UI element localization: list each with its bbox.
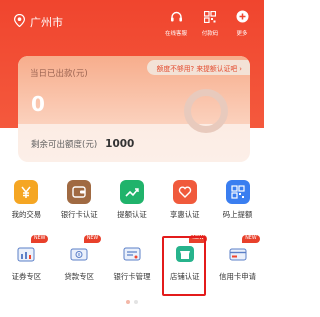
customer-service-label: 在线客服 [164,31,187,37]
securities-zone-label: 证券专区 [11,272,42,281]
store-verify-highlight [162,236,206,296]
qr-limit-label: 码上提额 [222,210,253,219]
wallet-icon [67,180,92,204]
loan-icon: NEW [66,235,102,266]
feature-grid-row-2: NEW 证券专区 NEW 贷款专区 银行卡管理 NEW 店铺认证 NEW 信用卡… [0,235,264,282]
my-transactions-label: 我的交易 [11,210,42,219]
plus-icon [236,8,249,27]
remaining-limit-value: 1000 [105,138,135,150]
my-transactions-button[interactable]: 我的交易 [0,180,53,220]
benefit-verify-button[interactable]: 享惠认证 [158,180,211,220]
yen-icon [14,180,39,204]
qrcode-icon [225,180,250,204]
securities-icon: NEW [13,235,49,266]
new-badge: NEW [31,235,49,243]
more-button[interactable]: 更多 [222,8,262,37]
bank-card-verify-button[interactable]: 银行卡认证 [53,180,106,220]
credit-card-icon: NEW [225,235,260,266]
payment-code-label: 付款码 [201,31,219,37]
payment-code-icon [203,8,217,27]
bank-card-manage-button[interactable]: 银行卡管理 [106,242,159,282]
remaining-limit-label: 剩余可出额度(元) [31,140,98,150]
page-indicator [0,300,264,304]
top-bar: 广州市 在线客服 付款码 更多 [0,0,264,40]
trend-icon [119,180,144,204]
credit-card-apply-label: 信用卡申请 [219,272,257,281]
location-pin-icon [13,12,26,31]
credit-card-apply-button[interactable]: NEW 信用卡申请 [211,235,264,282]
limit-verify-label: 提额认证 [117,210,147,219]
bank-card-manage-label: 银行卡管理 [113,272,151,281]
page-dot [134,300,138,304]
remaining-limit: 剩余可出额度(元) 1000 [31,138,134,150]
payout-card: 当日已出款(元) 0 额度不够用? 来提额认证吧 › 剩余可出额度(元) 100… [18,56,250,162]
limit-verify-button[interactable]: 提额认证 [106,180,159,220]
limit-upgrade-promo[interactable]: 额度不够用? 来提额认证吧 › [146,60,250,75]
headset-icon [170,8,183,27]
heart-icon [172,180,197,204]
loan-zone-button[interactable]: NEW 贷款专区 [53,235,106,282]
securities-zone-button[interactable]: NEW 证券专区 [0,235,53,282]
usage-ring-chart [184,89,228,133]
card-manage-icon [119,242,145,266]
new-badge: NEW [242,235,260,243]
bank-card-verify-label: 银行卡认证 [60,210,98,219]
today-payout-value: 0 [31,92,45,116]
today-payout-label: 当日已出款(元) [30,69,88,79]
qr-limit-button[interactable]: 码上提额 [211,180,264,220]
benefit-verify-label: 享惠认证 [170,210,200,219]
loan-zone-label: 贷款专区 [64,272,94,281]
new-badge: NEW [83,235,102,243]
city-name: 广州市 [30,15,63,29]
page-dot-active [126,300,130,304]
more-label: 更多 [236,31,248,37]
feature-grid-row-1: 我的交易 银行卡认证 提额认证 享惠认证 码上提额 [0,180,264,220]
location-selector[interactable]: 广州市 [13,12,63,31]
